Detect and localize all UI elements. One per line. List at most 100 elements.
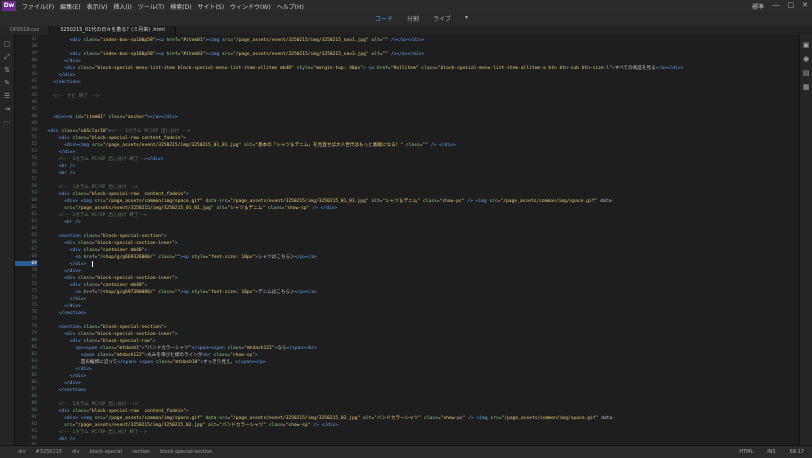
code-line[interactable]: </div> xyxy=(42,268,81,275)
breadcrumb-item[interactable]: div xyxy=(18,449,26,455)
code-line[interactable]: <span class="mtdash122">丸みを帯びた襟のラインが<br … xyxy=(42,352,258,359)
code-line[interactable]: </div> xyxy=(42,373,87,380)
line-number: 92 xyxy=(31,422,37,427)
code-line[interactable]: <!-- 1カラム PC/SP 出し分け --> xyxy=(42,401,138,408)
code-line[interactable]: </div> xyxy=(42,366,92,373)
line-number: 64 xyxy=(31,226,37,231)
menu-item[interactable]: 検索(D) xyxy=(170,2,191,11)
line-number: 86 xyxy=(31,380,37,385)
indent-icon[interactable]: ⇥ xyxy=(3,106,11,113)
more-icon[interactable]: ⋯ xyxy=(3,119,11,126)
line-number: 61 xyxy=(31,205,37,210)
code-line[interactable]: </div> xyxy=(42,149,76,156)
code-line[interactable]: <!-- 1カラム PC/SP 出し分け --> xyxy=(42,184,138,191)
code-line[interactable]: <p><span class="mtdash1">”バンドカラーシャツ”</sp… xyxy=(42,345,317,352)
code-line[interactable]: </div> xyxy=(42,72,76,79)
line-number: 75 xyxy=(31,303,37,308)
code-line[interactable]: </div> xyxy=(42,303,81,310)
expand-icon[interactable]: ⤢ xyxy=(3,54,11,61)
code-line[interactable]: src="/page_assets/event/3250215/img/3250… xyxy=(42,205,337,212)
code-line[interactable]: </div> xyxy=(42,261,87,268)
line-number: 82 xyxy=(31,352,37,357)
code-line[interactable]: </div> xyxy=(42,380,81,387)
code-line[interactable]: <div class="block-special-row content_fa… xyxy=(42,135,186,142)
eye-icon[interactable]: ◉ xyxy=(802,55,810,63)
line-number: 78 xyxy=(31,324,37,329)
code-line[interactable]: <div class="block-special-menu-list-item… xyxy=(42,65,683,72)
menu-item[interactable]: ヘルプ(H) xyxy=(277,2,304,11)
files-icon[interactable]: ▣ xyxy=(802,41,810,49)
line-number: 58 xyxy=(31,184,37,189)
line-number: 80 xyxy=(31,338,37,343)
breadcrumb-item[interactable]: block-special xyxy=(90,449,123,455)
code-line[interactable]: <div class="block-special-section-inner"… xyxy=(42,275,177,282)
chevron-down-icon[interactable]: ▾ xyxy=(465,14,468,23)
code-line[interactable]: </section> xyxy=(42,79,81,86)
menu-item[interactable]: 表示(V) xyxy=(87,2,108,11)
right-panel-toolbar: ▣ ◉ ▤ ▦ xyxy=(799,35,812,445)
code-line[interactable]: <section class="block-special-section"> xyxy=(42,324,167,331)
comment-icon[interactable]: ☰ xyxy=(3,93,11,100)
code-line[interactable]: <div class="block-special-row content_fa… xyxy=(42,191,189,198)
menu-item[interactable]: ウィンドウ(W) xyxy=(230,2,271,11)
collapse-icon[interactable]: ⇅ xyxy=(3,67,11,74)
live-view-button[interactable]: ライブ xyxy=(433,14,451,23)
brush-icon[interactable]: ✎ xyxy=(3,80,11,87)
code-line[interactable]: <a href="/shop/g/g669326000/" class=""><… xyxy=(42,254,317,261)
code-line[interactable]: <div class="index-box-sp100p58"><a href=… xyxy=(42,51,424,58)
code-line[interactable]: <div class="index-box-sp100p58"><a href=… xyxy=(42,37,424,44)
code-line[interactable]: <div><img src="/page_assets/event/325021… xyxy=(42,142,456,149)
code-line[interactable]: </section> xyxy=(42,310,87,317)
code-line[interactable]: <div class="block-special-row"> xyxy=(42,338,156,345)
code-line[interactable]: <!-- ナビ 終了 --> xyxy=(42,93,99,100)
workspace-switcher[interactable]: 標準 xyxy=(752,2,764,11)
tab-css-file[interactable]: DP2019.css xyxy=(0,26,51,35)
breadcrumb-item[interactable]: section xyxy=(132,449,150,455)
doc-type-indicator[interactable]: HTML xyxy=(739,449,753,455)
code-line[interactable]: <section class="block-special-section"> xyxy=(42,233,167,240)
code-line[interactable]: </div> xyxy=(42,58,81,65)
code-line[interactable]: <div class="container mb40"> xyxy=(42,247,148,254)
breadcrumb-item[interactable]: div xyxy=(72,449,80,455)
breadcrumb-item[interactable]: #3250215 xyxy=(36,449,62,455)
code-line[interactable]: <br /> xyxy=(42,219,81,226)
code-line[interactable]: 首の輪郭に沿って</span> <span class="mtdash18">す… xyxy=(42,359,266,366)
code-line[interactable]: <div class="ubSclar10"><!-- 1カラム PC/SP 出… xyxy=(42,128,191,135)
code-editor[interactable]: <div class="index-box-sp100p58"><a href=… xyxy=(42,35,800,445)
assets-icon[interactable]: ▤ xyxy=(802,69,810,77)
line-number: 38 xyxy=(31,44,37,49)
menu-item[interactable]: 編集(E) xyxy=(60,2,80,11)
tab-html-file[interactable]: 3250215_01代の日々を着る？(ミ月来) .html xyxy=(50,26,176,35)
code-line[interactable]: <br /> xyxy=(42,163,76,170)
code-line[interactable]: <div class="block-special-section-inner"… xyxy=(42,240,177,247)
minimize-button[interactable]: — xyxy=(773,1,780,9)
code-line[interactable]: src="/page_assets/event/3250215/img/3250… xyxy=(42,422,338,429)
properties-icon[interactable]: ▦ xyxy=(802,83,810,91)
file-icon[interactable]: ▢ xyxy=(3,41,11,48)
close-button[interactable]: ✕ xyxy=(802,1,808,9)
maximize-button[interactable]: □ xyxy=(788,1,795,9)
menu-item[interactable]: サイト(S) xyxy=(198,2,225,11)
breadcrumb-item[interactable]: block-special-section xyxy=(160,449,212,455)
code-line[interactable]: <br /> xyxy=(42,436,76,443)
code-line[interactable]: <div> <img src="/page_assets/common/img/… xyxy=(42,198,614,205)
line-number: 71 xyxy=(31,275,37,280)
menu-item[interactable]: ファイル(F) xyxy=(22,2,54,11)
code-line[interactable]: <div class="block-special-section-inner"… xyxy=(42,331,177,338)
code-line[interactable]: <div> <img src="/page_assets/common/img/… xyxy=(42,415,615,422)
menu-item[interactable]: 挿入(I) xyxy=(113,2,131,11)
code-line[interactable]: </section> xyxy=(42,387,87,394)
code-line[interactable]: <div class="container mb40"> xyxy=(42,282,148,289)
line-number: 87 xyxy=(31,387,37,392)
code-line[interactable]: <!-- 1カラム PC/SP 出し分け 終了--> xyxy=(42,212,147,219)
code-line[interactable]: <!-- 1カラム PC/SP 出し分け 終了--></div> xyxy=(42,156,164,163)
code-view-button[interactable]: コード xyxy=(375,14,393,23)
code-line[interactable]: <br /> xyxy=(42,170,76,177)
code-line[interactable]: <!-- 1カラム PC/SP 出し分け 終了--> xyxy=(42,429,147,436)
split-view-button[interactable]: 分割 xyxy=(407,14,419,23)
menu-item[interactable]: ツール(T) xyxy=(138,2,164,11)
code-line[interactable]: </div> xyxy=(42,296,87,303)
code-line[interactable]: <a href="/shop/g/g697300000/" class=""><… xyxy=(42,289,317,296)
code-line[interactable]: <div><a id="item01" class="anchor"></a><… xyxy=(42,114,178,121)
code-line[interactable]: <div class="block-special-row content_fa… xyxy=(42,408,189,415)
